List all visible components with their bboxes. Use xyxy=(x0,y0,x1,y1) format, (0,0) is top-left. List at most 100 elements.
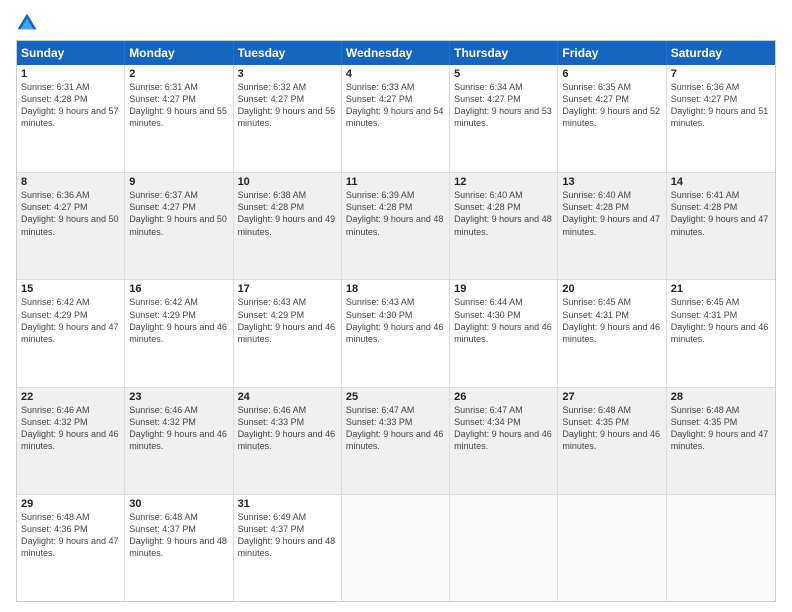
calendar-cell: 20Sunrise: 6:45 AM Sunset: 4:31 PM Dayli… xyxy=(558,280,666,386)
day-number: 24 xyxy=(238,391,337,403)
calendar-cell xyxy=(450,495,558,601)
cell-info: Sunrise: 6:49 AM Sunset: 4:37 PM Dayligh… xyxy=(238,511,337,560)
cell-info: Sunrise: 6:46 AM Sunset: 4:32 PM Dayligh… xyxy=(21,404,120,453)
day-number: 14 xyxy=(671,176,771,188)
cell-info: Sunrise: 6:40 AM Sunset: 4:28 PM Dayligh… xyxy=(562,189,661,238)
calendar-cell: 19Sunrise: 6:44 AM Sunset: 4:30 PM Dayli… xyxy=(450,280,558,386)
day-number: 19 xyxy=(454,283,553,295)
calendar-cell xyxy=(667,495,775,601)
calendar-header: SundayMondayTuesdayWednesdayThursdayFrid… xyxy=(17,41,775,65)
calendar-cell: 30Sunrise: 6:48 AM Sunset: 4:37 PM Dayli… xyxy=(125,495,233,601)
calendar-cell xyxy=(558,495,666,601)
day-number: 4 xyxy=(346,68,445,80)
header-cell-monday: Monday xyxy=(125,41,233,65)
calendar: SundayMondayTuesdayWednesdayThursdayFrid… xyxy=(16,40,776,602)
day-number: 21 xyxy=(671,283,771,295)
cell-info: Sunrise: 6:37 AM Sunset: 4:27 PM Dayligh… xyxy=(129,189,228,238)
cell-info: Sunrise: 6:41 AM Sunset: 4:28 PM Dayligh… xyxy=(671,189,771,238)
header-cell-sunday: Sunday xyxy=(17,41,125,65)
day-number: 28 xyxy=(671,391,771,403)
calendar-body: 1Sunrise: 6:31 AM Sunset: 4:28 PM Daylig… xyxy=(17,65,775,601)
cell-info: Sunrise: 6:33 AM Sunset: 4:27 PM Dayligh… xyxy=(346,81,445,130)
calendar-cell: 11Sunrise: 6:39 AM Sunset: 4:28 PM Dayli… xyxy=(342,173,450,279)
day-number: 31 xyxy=(238,498,337,510)
cell-info: Sunrise: 6:36 AM Sunset: 4:27 PM Dayligh… xyxy=(21,189,120,238)
day-number: 20 xyxy=(562,283,661,295)
calendar-cell: 31Sunrise: 6:49 AM Sunset: 4:37 PM Dayli… xyxy=(234,495,342,601)
cell-info: Sunrise: 6:44 AM Sunset: 4:30 PM Dayligh… xyxy=(454,296,553,345)
day-number: 29 xyxy=(21,498,120,510)
day-number: 9 xyxy=(129,176,228,188)
cell-info: Sunrise: 6:31 AM Sunset: 4:28 PM Dayligh… xyxy=(21,81,120,130)
day-number: 26 xyxy=(454,391,553,403)
calendar-week-3: 15Sunrise: 6:42 AM Sunset: 4:29 PM Dayli… xyxy=(17,279,775,386)
calendar-cell: 2Sunrise: 6:31 AM Sunset: 4:27 PM Daylig… xyxy=(125,65,233,172)
cell-info: Sunrise: 6:34 AM Sunset: 4:27 PM Dayligh… xyxy=(454,81,553,130)
calendar-cell: 28Sunrise: 6:48 AM Sunset: 4:35 PM Dayli… xyxy=(667,388,775,494)
cell-info: Sunrise: 6:48 AM Sunset: 4:35 PM Dayligh… xyxy=(562,404,661,453)
calendar-week-5: 29Sunrise: 6:48 AM Sunset: 4:36 PM Dayli… xyxy=(17,494,775,601)
logo-icon xyxy=(16,12,38,34)
day-number: 11 xyxy=(346,176,445,188)
calendar-cell: 18Sunrise: 6:43 AM Sunset: 4:30 PM Dayli… xyxy=(342,280,450,386)
calendar-cell: 13Sunrise: 6:40 AM Sunset: 4:28 PM Dayli… xyxy=(558,173,666,279)
calendar-cell: 7Sunrise: 6:36 AM Sunset: 4:27 PM Daylig… xyxy=(667,65,775,172)
cell-info: Sunrise: 6:32 AM Sunset: 4:27 PM Dayligh… xyxy=(238,81,337,130)
cell-info: Sunrise: 6:42 AM Sunset: 4:29 PM Dayligh… xyxy=(21,296,120,345)
cell-info: Sunrise: 6:46 AM Sunset: 4:32 PM Dayligh… xyxy=(129,404,228,453)
calendar-cell: 4Sunrise: 6:33 AM Sunset: 4:27 PM Daylig… xyxy=(342,65,450,172)
day-number: 1 xyxy=(21,68,120,80)
cell-info: Sunrise: 6:35 AM Sunset: 4:27 PM Dayligh… xyxy=(562,81,661,130)
calendar-cell: 14Sunrise: 6:41 AM Sunset: 4:28 PM Dayli… xyxy=(667,173,775,279)
calendar-cell: 16Sunrise: 6:42 AM Sunset: 4:29 PM Dayli… xyxy=(125,280,233,386)
header-cell-saturday: Saturday xyxy=(667,41,775,65)
day-number: 2 xyxy=(129,68,228,80)
cell-info: Sunrise: 6:43 AM Sunset: 4:29 PM Dayligh… xyxy=(238,296,337,345)
day-number: 8 xyxy=(21,176,120,188)
calendar-cell: 21Sunrise: 6:45 AM Sunset: 4:31 PM Dayli… xyxy=(667,280,775,386)
calendar-cell: 15Sunrise: 6:42 AM Sunset: 4:29 PM Dayli… xyxy=(17,280,125,386)
header-cell-tuesday: Tuesday xyxy=(234,41,342,65)
calendar-cell: 10Sunrise: 6:38 AM Sunset: 4:28 PM Dayli… xyxy=(234,173,342,279)
calendar-week-2: 8Sunrise: 6:36 AM Sunset: 4:27 PM Daylig… xyxy=(17,172,775,279)
page-header xyxy=(16,12,776,34)
day-number: 5 xyxy=(454,68,553,80)
day-number: 25 xyxy=(346,391,445,403)
cell-info: Sunrise: 6:48 AM Sunset: 4:37 PM Dayligh… xyxy=(129,511,228,560)
page-container: SundayMondayTuesdayWednesdayThursdayFrid… xyxy=(0,0,792,612)
day-number: 7 xyxy=(671,68,771,80)
calendar-cell: 23Sunrise: 6:46 AM Sunset: 4:32 PM Dayli… xyxy=(125,388,233,494)
calendar-week-1: 1Sunrise: 6:31 AM Sunset: 4:28 PM Daylig… xyxy=(17,65,775,172)
cell-info: Sunrise: 6:45 AM Sunset: 4:31 PM Dayligh… xyxy=(562,296,661,345)
day-number: 13 xyxy=(562,176,661,188)
day-number: 12 xyxy=(454,176,553,188)
cell-info: Sunrise: 6:43 AM Sunset: 4:30 PM Dayligh… xyxy=(346,296,445,345)
calendar-cell: 8Sunrise: 6:36 AM Sunset: 4:27 PM Daylig… xyxy=(17,173,125,279)
logo xyxy=(16,12,42,34)
day-number: 6 xyxy=(562,68,661,80)
cell-info: Sunrise: 6:42 AM Sunset: 4:29 PM Dayligh… xyxy=(129,296,228,345)
header-cell-thursday: Thursday xyxy=(450,41,558,65)
calendar-cell: 27Sunrise: 6:48 AM Sunset: 4:35 PM Dayli… xyxy=(558,388,666,494)
cell-info: Sunrise: 6:40 AM Sunset: 4:28 PM Dayligh… xyxy=(454,189,553,238)
calendar-cell: 12Sunrise: 6:40 AM Sunset: 4:28 PM Dayli… xyxy=(450,173,558,279)
calendar-cell: 26Sunrise: 6:47 AM Sunset: 4:34 PM Dayli… xyxy=(450,388,558,494)
header-cell-friday: Friday xyxy=(558,41,666,65)
calendar-cell: 29Sunrise: 6:48 AM Sunset: 4:36 PM Dayli… xyxy=(17,495,125,601)
calendar-cell: 5Sunrise: 6:34 AM Sunset: 4:27 PM Daylig… xyxy=(450,65,558,172)
cell-info: Sunrise: 6:48 AM Sunset: 4:35 PM Dayligh… xyxy=(671,404,771,453)
calendar-cell xyxy=(342,495,450,601)
header-cell-wednesday: Wednesday xyxy=(342,41,450,65)
calendar-cell: 3Sunrise: 6:32 AM Sunset: 4:27 PM Daylig… xyxy=(234,65,342,172)
day-number: 15 xyxy=(21,283,120,295)
calendar-cell: 24Sunrise: 6:46 AM Sunset: 4:33 PM Dayli… xyxy=(234,388,342,494)
day-number: 3 xyxy=(238,68,337,80)
calendar-cell: 9Sunrise: 6:37 AM Sunset: 4:27 PM Daylig… xyxy=(125,173,233,279)
day-number: 18 xyxy=(346,283,445,295)
cell-info: Sunrise: 6:45 AM Sunset: 4:31 PM Dayligh… xyxy=(671,296,771,345)
calendar-cell: 17Sunrise: 6:43 AM Sunset: 4:29 PM Dayli… xyxy=(234,280,342,386)
calendar-cell: 22Sunrise: 6:46 AM Sunset: 4:32 PM Dayli… xyxy=(17,388,125,494)
day-number: 23 xyxy=(129,391,228,403)
cell-info: Sunrise: 6:46 AM Sunset: 4:33 PM Dayligh… xyxy=(238,404,337,453)
cell-info: Sunrise: 6:31 AM Sunset: 4:27 PM Dayligh… xyxy=(129,81,228,130)
